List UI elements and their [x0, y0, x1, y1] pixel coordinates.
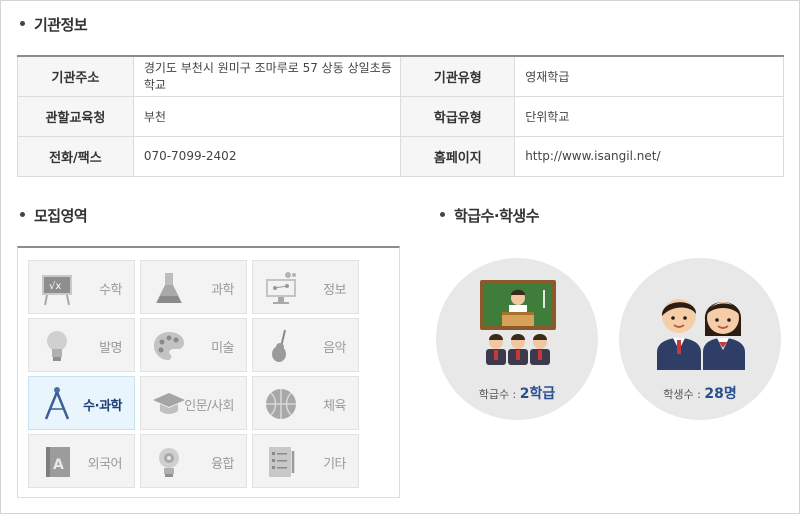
row-value: 영재학급 [514, 56, 784, 97]
svg-text:A: A [53, 457, 64, 473]
blackboard-math-icon: √x [42, 275, 72, 306]
row-header: 홈페이지 [400, 136, 516, 177]
fields-title-text: 모집영역 [34, 207, 88, 225]
field-grid: √x 수학 과학 정보 발명 미술 음악 수·과학 인문/사회 체육 A 외국어… [17, 246, 400, 498]
field-info[interactable]: 정보 [252, 260, 359, 314]
field-label: 음악 [323, 341, 346, 356]
basketball-icon [266, 389, 296, 419]
field-humanities[interactable]: 인문/사회 [140, 376, 247, 430]
field-label: 미술 [211, 341, 234, 356]
row-value: 070-7099-2402 [133, 136, 401, 177]
field-art[interactable]: 미술 [140, 318, 247, 372]
field-foreign-language[interactable]: A 외국어 [28, 434, 135, 488]
table-row: 관할교육청 부천 학급유형 단위학교 [17, 96, 784, 137]
field-other[interactable]: 기타 [252, 434, 359, 488]
classroom-icon [480, 280, 556, 365]
palette-icon [154, 332, 184, 360]
classes-value: 2학급 [519, 386, 556, 402]
homepage-link[interactable]: http://www.isangil.net/ [514, 136, 784, 177]
students-label: 학생수 : [663, 388, 705, 401]
info-table: 기관주소 경기도 부천시 원미구 조마루로 57 상동 상일초등학교 기관유형 … [17, 55, 784, 177]
bullet-icon [20, 212, 25, 217]
field-invention[interactable]: 발명 [28, 318, 135, 372]
row-header: 관할교육청 [17, 96, 134, 137]
classes-caption: 학급수 : 2학급 [436, 383, 598, 403]
field-pe[interactable]: 체육 [252, 376, 359, 430]
row-header: 전화/팩스 [17, 136, 134, 177]
field-label: 기타 [323, 457, 346, 472]
field-label: 융합 [211, 457, 234, 472]
students-value: 28명 [704, 386, 737, 402]
students-caption: 학생수 : 28명 [619, 383, 781, 403]
field-label: 체육 [323, 399, 346, 414]
row-header: 학급유형 [400, 96, 516, 137]
students-stat: 학생수 : 28명 [619, 258, 781, 420]
section-title-stats: 학급수·학생수 [440, 205, 540, 226]
field-label: 발명 [99, 341, 122, 356]
section-title-info: 기관정보 [20, 14, 88, 35]
field-label: 외국어 [87, 457, 123, 472]
field-label: 수·과학 [83, 399, 122, 414]
info-title-text: 기관정보 [34, 16, 88, 34]
row-header: 기관주소 [17, 56, 134, 97]
table-row: 전화/팩스 070-7099-2402 홈페이지 http://www.isan… [17, 136, 784, 177]
checklist-icon [269, 447, 295, 477]
classes-stat: 학급수 : 2학급 [436, 258, 598, 420]
field-convergence[interactable]: 융합 [140, 434, 247, 488]
bullet-icon [20, 21, 25, 26]
field-label: 과학 [211, 283, 234, 298]
bullet-icon [440, 212, 445, 217]
flask-icon [156, 273, 182, 303]
classes-label: 학급수 : [478, 388, 520, 401]
field-math[interactable]: √x 수학 [28, 260, 135, 314]
field-label: 정보 [323, 283, 346, 298]
compass-icon [44, 387, 70, 420]
monitor-network-icon [266, 272, 296, 304]
field-label: 인문/사회 [184, 399, 234, 414]
field-music[interactable]: 음악 [252, 318, 359, 372]
table-row: 기관주소 경기도 부천시 원미구 조마루로 57 상동 상일초등학교 기관유형 … [17, 56, 784, 97]
gear-brain-icon [159, 448, 179, 477]
section-title-fields: 모집영역 [20, 205, 88, 226]
lightbulb-icon [47, 331, 67, 361]
row-value: 경기도 부천시 원미구 조마루로 57 상동 상일초등학교 [133, 56, 401, 97]
row-header: 기관유형 [400, 56, 516, 97]
field-label: 수학 [99, 283, 122, 298]
graduation-cap-icon [153, 393, 185, 414]
stats-title-text: 학급수·학생수 [454, 207, 540, 225]
field-science[interactable]: 과학 [140, 260, 247, 314]
violin-icon [272, 329, 286, 362]
book-a-icon: A [46, 447, 70, 477]
field-math-science[interactable]: 수·과학 [28, 376, 135, 430]
students-icon [657, 299, 745, 370]
row-value: 단위학교 [514, 96, 784, 137]
row-value: 부천 [133, 96, 401, 137]
svg-text:√x: √x [49, 281, 61, 292]
